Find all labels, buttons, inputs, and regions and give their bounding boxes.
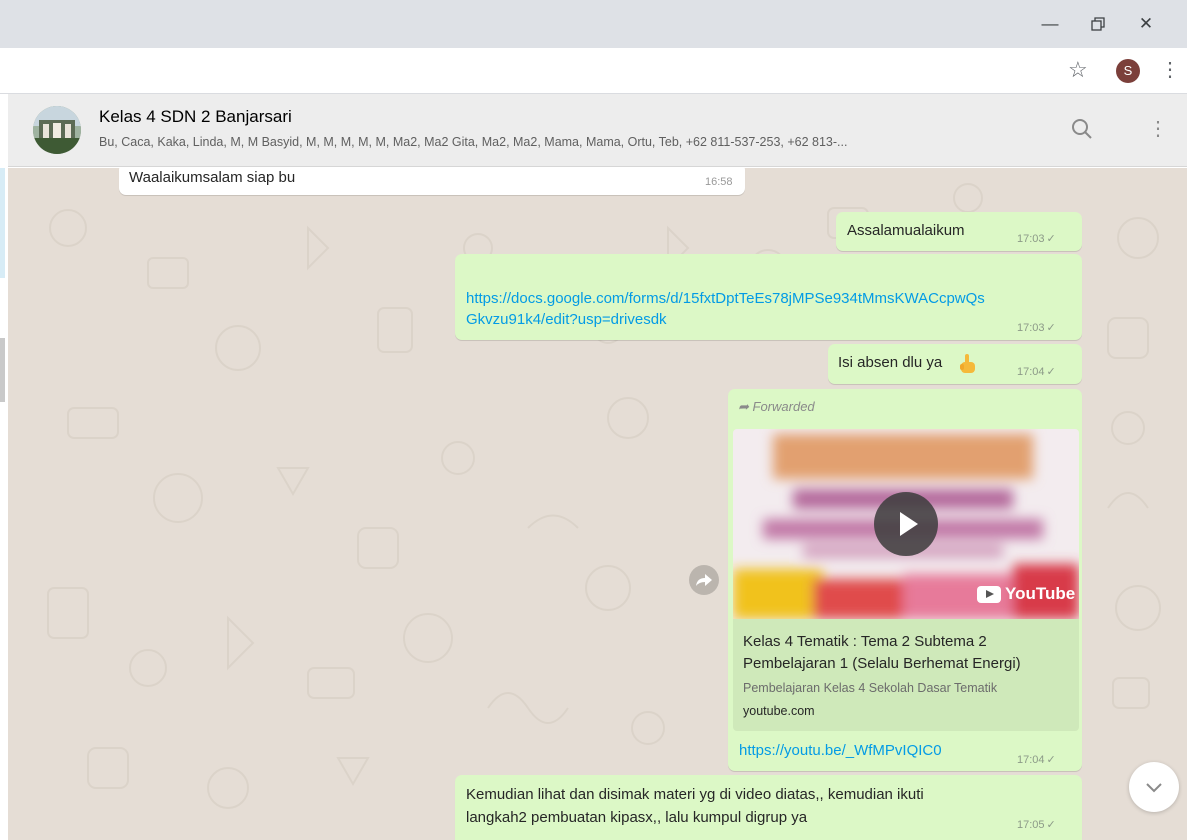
message-time: 17:04 bbox=[1017, 366, 1045, 378]
browser-titlebar: — ✕ bbox=[0, 0, 1187, 48]
sidebar-scroll-marker bbox=[0, 338, 5, 402]
message-outgoing[interactable]: Isi absen dlu ya 17:04 ✓ bbox=[828, 344, 1082, 384]
message-time: 17:03 bbox=[1017, 233, 1045, 245]
preview-description: Pembelajaran Kelas 4 Sekolah Dasar Temat… bbox=[743, 681, 998, 695]
youtube-logo-text: YouTube bbox=[1005, 584, 1076, 603]
message-text-continuation: langkah2 pembuatan kipasx,, lalu kumpul … bbox=[466, 809, 808, 826]
message-time: 16:58 bbox=[705, 176, 733, 188]
play-icon bbox=[900, 512, 918, 536]
message-text: Isi absen dlu ya bbox=[838, 354, 943, 371]
message-link[interactable]: https://youtu.be/_WfMPvIQIC0 bbox=[739, 742, 942, 759]
video-thumbnail[interactable]: YouTube bbox=[733, 429, 1079, 619]
check-icon: ✓ bbox=[1046, 322, 1056, 334]
check-icon: ✓ bbox=[1046, 366, 1056, 378]
forwarded-label-wrap: ➦ Forwarded bbox=[738, 399, 815, 414]
profile-avatar[interactable]: S bbox=[1116, 59, 1140, 83]
star-icon[interactable]: ☆ bbox=[1068, 58, 1088, 82]
sidebar-edge bbox=[0, 168, 8, 840]
browser-toolbar: ☆ S ⋮ bbox=[0, 48, 1187, 94]
preview-title: Kelas 4 Tematik : Tema 2 Subtema 2 Pembe… bbox=[743, 633, 1021, 672]
message-outgoing[interactable]: Assalamualaikum 17:03 ✓ bbox=[836, 212, 1082, 251]
message-link[interactable]: https://docs.google.com/forms/d/15fxtDpt… bbox=[466, 290, 985, 307]
message-outgoing-forwarded[interactable]: ➦ Forwarded YouTube Kelas 4 Tematik: Te… bbox=[728, 389, 1082, 771]
message-time-wrap: 17:04 ✓ bbox=[1017, 365, 1056, 378]
play-button[interactable] bbox=[874, 492, 938, 556]
message-text: Kemudian lihat dan disimak materi yg di … bbox=[466, 786, 924, 803]
chat-header[interactable]: Kelas 4 SDN 2 Banjarsari Bu, Caca, Kaka,… bbox=[8, 94, 1187, 167]
group-name[interactable]: Kelas 4 SDN 2 Banjarsari bbox=[99, 107, 292, 127]
scroll-to-bottom-button[interactable] bbox=[1129, 762, 1179, 812]
check-icon: ✓ bbox=[1046, 819, 1056, 831]
pointing-hand-emoji bbox=[960, 354, 975, 373]
group-avatar[interactable] bbox=[33, 106, 81, 154]
message-time-wrap: 17:03 ✓ bbox=[1017, 232, 1056, 245]
kebab-menu-icon[interactable]: ⋮ bbox=[1160, 57, 1180, 83]
sidebar-highlight bbox=[0, 168, 5, 278]
check-icon: ✓ bbox=[1046, 754, 1056, 766]
chevron-down-icon bbox=[1146, 783, 1162, 793]
minimize-icon[interactable]: — bbox=[1030, 10, 1070, 38]
search-icon[interactable] bbox=[1069, 116, 1095, 142]
youtube-logo-icon bbox=[977, 585, 1001, 603]
forward-button[interactable] bbox=[689, 565, 719, 595]
maximize-icon[interactable] bbox=[1078, 10, 1118, 38]
youtube-logo: YouTube bbox=[977, 584, 1075, 604]
message-outgoing[interactable]: Kemudian lihat dan disimak materi yg di … bbox=[455, 775, 1082, 840]
forwarded-label: Forwarded bbox=[752, 399, 815, 414]
chat-area[interactable]: Waalaikumsalam siap bu 16:58 Assalamuala… bbox=[8, 168, 1187, 840]
check-icon: ✓ bbox=[1046, 233, 1056, 245]
message-text: Assalamualaikum bbox=[847, 222, 965, 239]
message-time-wrap: 17:05 ✓ bbox=[1017, 818, 1056, 831]
message-text: Waalaikumsalam siap bu bbox=[129, 169, 296, 186]
group-members: Bu, Caca, Kaka, Linda, M, M Basyid, M, M… bbox=[99, 135, 848, 149]
chat-menu-icon[interactable]: ⋮ bbox=[1148, 116, 1168, 142]
message-time: 17:05 bbox=[1017, 819, 1045, 831]
message-outgoing[interactable]: https://docs.google.com/forms/d/15fxtDpt… bbox=[455, 254, 1082, 340]
message-time-wrap: 17:04 ✓ bbox=[1017, 753, 1056, 766]
message-link-continuation[interactable]: Gkvzu91k4/edit?usp=drivesdk bbox=[466, 311, 667, 328]
forward-icon bbox=[696, 574, 712, 586]
message-time: 17:03 bbox=[1017, 322, 1045, 334]
message-time: 17:04 bbox=[1017, 754, 1045, 766]
message-time-wrap: 17:03 ✓ bbox=[1017, 321, 1056, 334]
message-incoming[interactable]: Waalaikumsalam siap bu 16:58 bbox=[119, 168, 745, 195]
link-preview[interactable]: Kelas 4 Tematik : Tema 2 Subtema 2 Pembe… bbox=[733, 619, 1079, 731]
preview-domain: youtube.com bbox=[743, 704, 815, 718]
close-icon[interactable]: ✕ bbox=[1126, 10, 1166, 38]
